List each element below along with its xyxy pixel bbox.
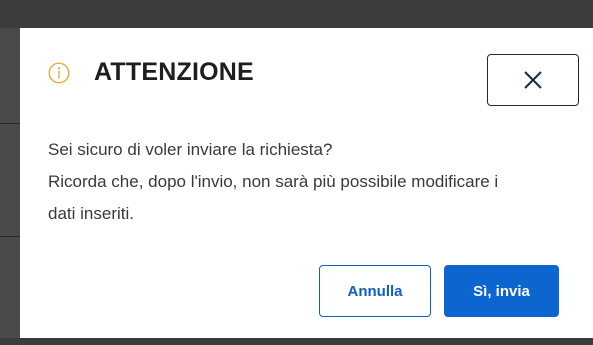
confirmation-dialog: ATTENZIONE Sei sicuro di voler inviare l… (20, 28, 593, 338)
close-icon (523, 70, 543, 90)
confirm-send-button[interactable]: Sì, invia (444, 265, 559, 317)
background-divider (0, 123, 20, 124)
cancel-button[interactable]: Annulla (319, 265, 431, 317)
close-button[interactable] (487, 54, 579, 106)
message-line: Sei sicuro di voler inviare la richiesta… (48, 140, 333, 159)
dialog-title: ATTENZIONE (94, 58, 254, 86)
message-line: Ricorda che, dopo l'invio, non sarà più … (48, 172, 499, 191)
info-icon (48, 61, 70, 84)
message-line: dati inseriti. (48, 204, 134, 223)
dialog-message: Sei sicuro di voler inviare la richiesta… (48, 134, 588, 230)
dialog-header: ATTENZIONE (48, 58, 254, 87)
background-page-fragment (0, 28, 20, 338)
background-divider (0, 236, 20, 237)
